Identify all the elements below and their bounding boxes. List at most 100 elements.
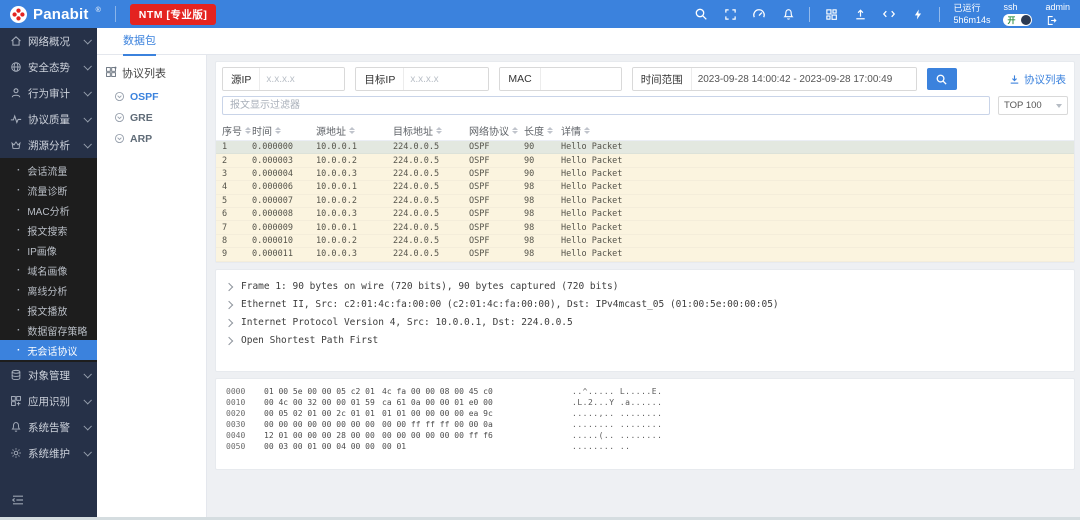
sidebar-item-security-posture[interactable]: 安全态势 (0, 54, 97, 80)
table-row[interactable]: 1 0.000000 10.0.0.1 224.0.0.5 OSPF 90 He… (216, 141, 1074, 155)
table-row[interactable]: 9 0.000011 10.0.0.3 224.0.0.5 OSPF 98 He… (216, 248, 1074, 262)
source-ip-input[interactable] (259, 68, 345, 90)
cell-time: 0.000009 (252, 222, 293, 233)
table-row[interactable]: 4 0.000006 10.0.0.1 224.0.0.5 OSPF 98 He… (216, 181, 1074, 195)
sidebar-submenu-item[interactable]: 域名画像 (0, 260, 97, 280)
cell-time: 0.000003 (252, 155, 293, 166)
sidebar-item-network-overview[interactable]: 网络概况 (0, 28, 97, 54)
packet-detail-line[interactable]: Frame 1: 90 bytes on wire (720 bits), 90… (224, 278, 1064, 296)
sidebar-item-traceability-analysis[interactable]: 溯源分析 (0, 132, 97, 158)
cell-info: Hello Packet (561, 222, 623, 233)
logout-icon[interactable] (1045, 14, 1057, 26)
dest-ip-input[interactable] (403, 68, 489, 90)
search-button[interactable] (926, 68, 957, 90)
protocol-circle-icon (114, 112, 125, 123)
sidebar-item-app-identification[interactable]: 应用识别 (0, 388, 97, 414)
ssh-toggle[interactable]: 开 (1003, 14, 1033, 26)
detail-text: Open Shortest Path First (241, 335, 379, 347)
database-icon (9, 369, 22, 382)
sidebar-item-behavior-audit[interactable]: 行为审计 (0, 80, 97, 106)
packet-detail-line[interactable]: Internet Protocol Version 4, Src: 10.0.0… (224, 314, 1064, 332)
sidebar-submenu-item[interactable]: MAC分析 (0, 200, 97, 220)
cell-dst: 224.0.0.5 (393, 222, 440, 233)
dashboard-gauge-icon[interactable] (751, 6, 767, 22)
sidebar-submenu-item[interactable]: 流量诊断 (0, 180, 97, 200)
fullscreen-icon[interactable] (722, 6, 738, 22)
hex-row: 0050 00 03 00 01 00 04 00 00 00 01 .....… (226, 441, 1064, 452)
lightning-icon[interactable] (910, 6, 926, 22)
table-row[interactable]: 6 0.000008 10.0.0.3 224.0.0.5 OSPF 98 He… (216, 207, 1074, 222)
column-header-time[interactable]: 时间 (246, 123, 310, 138)
cell-src: 10.0.0.3 (316, 168, 357, 179)
hex-ascii: ..^..... L.....E. (572, 386, 663, 396)
time-range-input[interactable] (690, 68, 916, 90)
search-icon[interactable] (693, 6, 709, 22)
sidebar-submenu-item[interactable]: 会话流量 (0, 160, 97, 180)
column-header-src[interactable]: 源地址 (310, 123, 387, 138)
cell-src: 10.0.0.2 (316, 155, 357, 166)
protocol-list-link-label: 协议列表 (1024, 73, 1066, 86)
hex-row: 0030 00 00 00 00 00 00 00 00 00 00 ff ff… (226, 419, 1064, 430)
table-row[interactable]: 2 0.000003 10.0.0.2 224.0.0.5 OSPF 90 He… (216, 154, 1074, 168)
search-icon (936, 74, 947, 85)
top-count-select[interactable]: TOP 100 (998, 96, 1068, 115)
sidebar-item-system-alerts[interactable]: 系统告警 (0, 414, 97, 440)
table-row[interactable]: 8 0.000010 10.0.0.2 224.0.0.5 OSPF 98 He… (216, 234, 1074, 249)
sort-icon (547, 127, 553, 134)
sidebar-item-protocol-quality[interactable]: 协议质量 (0, 106, 97, 132)
sidebar-submenu-item[interactable]: 数据留存策略 (0, 320, 97, 340)
dest-ip-label: 目标IP (356, 68, 404, 90)
time-range-group: 时间范围 (631, 67, 917, 91)
cell-len: 98 (524, 209, 535, 220)
cell-info: Hello Packet (561, 249, 623, 260)
sidebar-item-system-maintenance[interactable]: 系统维护 (0, 440, 97, 466)
sidebar-submenu-item[interactable]: 离线分析 (0, 280, 97, 300)
filter-toolbar: 源IP 目标IP MAC 时间范围 (216, 62, 1074, 91)
cell-info: Hello Packet (561, 142, 623, 153)
sort-icon (584, 127, 590, 134)
hex-bytes-1: 00 4c 00 32 00 00 01 59 (264, 397, 375, 407)
edition-badge: NTM [专业版] (129, 3, 217, 25)
brand-logo[interactable]: Panabit ® (10, 5, 101, 23)
topbar: Panabit ® NTM [专业版] 已运行 5h6m14s ssh 开 ad… (0, 0, 1080, 28)
cell-dst: 224.0.0.5 (393, 155, 440, 166)
mac-input[interactable] (539, 68, 621, 90)
detail-text: Ethernet II, Src: c2:01:4c:fa:00:00 (c2:… (241, 299, 779, 311)
display-filter-input[interactable] (222, 96, 990, 115)
protocol-item[interactable]: GRE (97, 107, 206, 128)
sidebar-submenu-item[interactable]: IP画像 (0, 240, 97, 260)
column-header-proto[interactable]: 网络协议 (463, 123, 518, 138)
table-row[interactable]: 5 0.000007 10.0.0.2 224.0.0.5 OSPF 98 He… (216, 194, 1074, 208)
chevron-down-icon (83, 370, 92, 379)
sidebar-submenu-item[interactable]: 报文播放 (0, 300, 97, 320)
tab-datapacket[interactable]: 数据包 (123, 28, 156, 56)
tabbar: 数据包 (97, 28, 1080, 56)
sidebar-submenu-item[interactable]: 报文搜索 (0, 220, 97, 240)
column-header-info[interactable]: 详情 (555, 123, 1074, 138)
cell-proto: OSPF (469, 222, 490, 233)
cell-no: 7 (222, 222, 228, 233)
collapse-sidebar-button[interactable] (9, 491, 27, 509)
protocol-item[interactable]: OSPF (97, 86, 206, 107)
sidebar-submenu-item[interactable]: 无会话协议 (0, 340, 97, 360)
sidebar-item-label: 系统告警 (28, 421, 70, 434)
table-row[interactable]: 3 0.000004 10.0.0.3 224.0.0.5 OSPF 90 He… (216, 167, 1074, 182)
packet-detail-line[interactable]: Ethernet II, Src: c2:01:4c:fa:00:00 (c2:… (224, 296, 1064, 314)
column-header-no[interactable]: 序号 (216, 123, 251, 138)
bell-icon[interactable] (780, 6, 796, 22)
apps-grid-icon[interactable] (823, 6, 839, 22)
table-row[interactable]: 7 0.000009 10.0.0.1 224.0.0.5 OSPF 98 He… (216, 221, 1074, 235)
sidebar-item-object-management[interactable]: 对象管理 (0, 362, 97, 388)
cell-dst: 224.0.0.5 (393, 142, 440, 153)
protocol-list-link[interactable]: 协议列表 (1009, 72, 1068, 87)
code-icon[interactable] (881, 6, 897, 22)
protocol-item[interactable]: ARP (97, 128, 206, 149)
hex-ascii: .....(.. ........ (572, 430, 663, 440)
table-header: 序号 时间 源地址 目标地址 网络协议 长度 详情 (216, 121, 1074, 141)
sidebar-item-label: 溯源分析 (28, 139, 70, 152)
upload-icon[interactable] (852, 6, 868, 22)
packet-detail-line[interactable]: Open Shortest Path First (224, 332, 1064, 350)
gear-icon (9, 447, 22, 460)
column-header-dst[interactable]: 目标地址 (387, 123, 463, 138)
column-header-len[interactable]: 长度 (518, 123, 555, 138)
